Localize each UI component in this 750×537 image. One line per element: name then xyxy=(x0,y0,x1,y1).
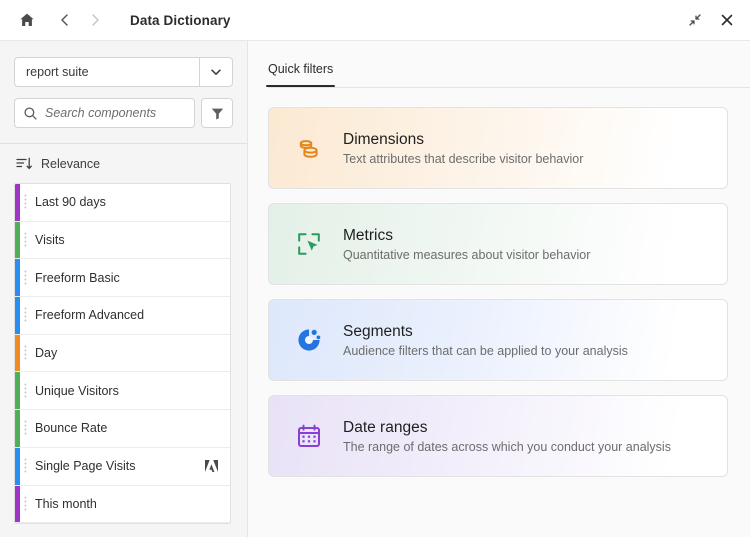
component-type-color-bar xyxy=(15,297,20,334)
component-list-item[interactable]: Last 90 days xyxy=(15,184,230,222)
home-icon xyxy=(19,12,35,28)
calendar-icon xyxy=(292,423,326,449)
filter-icon xyxy=(210,106,225,121)
components-sidebar: report suite xyxy=(0,41,248,537)
component-label: Visits xyxy=(35,233,65,247)
tab-quick-filters[interactable]: Quick filters xyxy=(268,62,333,87)
collapse-icon xyxy=(687,12,703,28)
drag-handle-icon[interactable] xyxy=(24,420,27,437)
component-type-color-bar xyxy=(15,448,20,485)
card-text: Segments Audience filters that can be app… xyxy=(343,323,628,358)
drag-handle-icon[interactable] xyxy=(24,458,27,475)
page-title: Data Dictionary xyxy=(130,13,231,28)
component-list-item[interactable]: This month xyxy=(15,486,230,524)
card-title: Segments xyxy=(343,323,628,341)
window-controls xyxy=(680,5,742,35)
component-label: Last 90 days xyxy=(35,195,106,209)
metrics-cursor-icon xyxy=(292,231,326,257)
components-list: Last 90 days Visits Freeform Basic Freeform… xyxy=(14,183,231,524)
segment-donut-icon xyxy=(292,327,326,353)
home-button[interactable] xyxy=(12,5,42,35)
chevron-down-icon xyxy=(209,65,223,79)
component-label: Single Page Visits xyxy=(35,459,136,473)
component-type-color-bar xyxy=(15,184,20,221)
component-list-item[interactable]: Freeform Advanced xyxy=(15,297,230,335)
card-title: Metrics xyxy=(343,227,590,245)
component-label: Freeform Advanced xyxy=(35,308,144,322)
adobe-mark-icon xyxy=(205,460,218,472)
back-button[interactable] xyxy=(50,5,80,35)
component-type-color-bar xyxy=(15,335,20,372)
component-label: Unique Visitors xyxy=(35,384,119,398)
component-list-item[interactable]: Freeform Basic xyxy=(15,259,230,297)
component-label: Day xyxy=(35,346,57,360)
component-list-item[interactable]: Bounce Rate xyxy=(15,410,230,448)
component-list-item[interactable]: Single Page Visits xyxy=(15,448,230,486)
component-list-item[interactable]: Visits xyxy=(15,222,230,260)
search-components-box[interactable] xyxy=(14,98,195,128)
component-type-color-bar xyxy=(15,222,20,259)
quick-filter-card[interactable]: Metrics Quantitative measures about visit… xyxy=(268,203,728,285)
component-label: Freeform Basic xyxy=(35,271,120,285)
main-panel: Quick filters Dimensions Text attributes … xyxy=(248,41,750,537)
window-titlebar: Data Dictionary xyxy=(0,0,750,41)
card-title: Dimensions xyxy=(343,131,583,149)
component-list-item[interactable]: Day xyxy=(15,335,230,373)
quick-filter-card[interactable]: Dimensions Text attributes that describe … xyxy=(268,107,728,189)
card-text: Metrics Quantitative measures about visit… xyxy=(343,227,590,262)
drag-handle-icon[interactable] xyxy=(24,194,27,211)
drag-handle-icon[interactable] xyxy=(24,307,27,324)
card-title: Date ranges xyxy=(343,419,671,437)
report-suite-value[interactable]: report suite xyxy=(14,57,199,87)
quick-filter-card[interactable]: Date ranges The range of dates across whi… xyxy=(268,395,728,477)
tab-bar: Quick filters xyxy=(268,60,750,87)
component-type-color-bar xyxy=(15,486,20,523)
card-description: The range of dates across which you cond… xyxy=(343,440,671,454)
component-label: Bounce Rate xyxy=(35,421,107,435)
card-text: Dimensions Text attributes that describe … xyxy=(343,131,583,166)
close-button[interactable] xyxy=(712,5,742,35)
drag-handle-icon[interactable] xyxy=(24,269,27,286)
quick-filter-card[interactable]: Segments Audience filters that can be app… xyxy=(268,299,728,381)
minimize-button[interactable] xyxy=(680,5,710,35)
sort-control[interactable]: Relevance xyxy=(0,144,247,183)
drag-handle-icon[interactable] xyxy=(24,232,27,249)
chevron-left-icon xyxy=(58,13,72,27)
quick-filter-cards: Dimensions Text attributes that describe … xyxy=(248,88,750,477)
card-text: Date ranges The range of dates across whi… xyxy=(343,419,671,454)
component-label: This month xyxy=(35,497,97,511)
sort-label: Relevance xyxy=(41,157,100,171)
card-description: Text attributes that describe visitor be… xyxy=(343,152,583,166)
report-suite-selector[interactable]: report suite xyxy=(14,57,233,87)
drag-handle-icon[interactable] xyxy=(24,382,27,399)
component-type-color-bar xyxy=(15,372,20,409)
chevron-right-icon xyxy=(88,13,102,27)
drag-handle-icon[interactable] xyxy=(24,345,27,362)
search-input[interactable] xyxy=(45,106,185,120)
component-list-item[interactable]: Unique Visitors xyxy=(15,372,230,410)
close-icon xyxy=(719,12,735,28)
drag-handle-icon[interactable] xyxy=(24,495,27,512)
forward-button[interactable] xyxy=(80,5,110,35)
filter-button[interactable] xyxy=(201,98,233,128)
card-description: Quantitative measures about visitor beha… xyxy=(343,248,590,262)
data-dictionary-window: Data Dictionary repo xyxy=(0,0,750,537)
component-type-color-bar xyxy=(15,259,20,296)
search-icon xyxy=(23,106,38,121)
database-icon xyxy=(292,135,326,161)
report-suite-dropdown-button[interactable] xyxy=(199,57,233,87)
sort-descending-icon xyxy=(16,156,33,171)
card-description: Audience filters that can be applied to … xyxy=(343,344,628,358)
component-type-color-bar xyxy=(15,410,20,447)
